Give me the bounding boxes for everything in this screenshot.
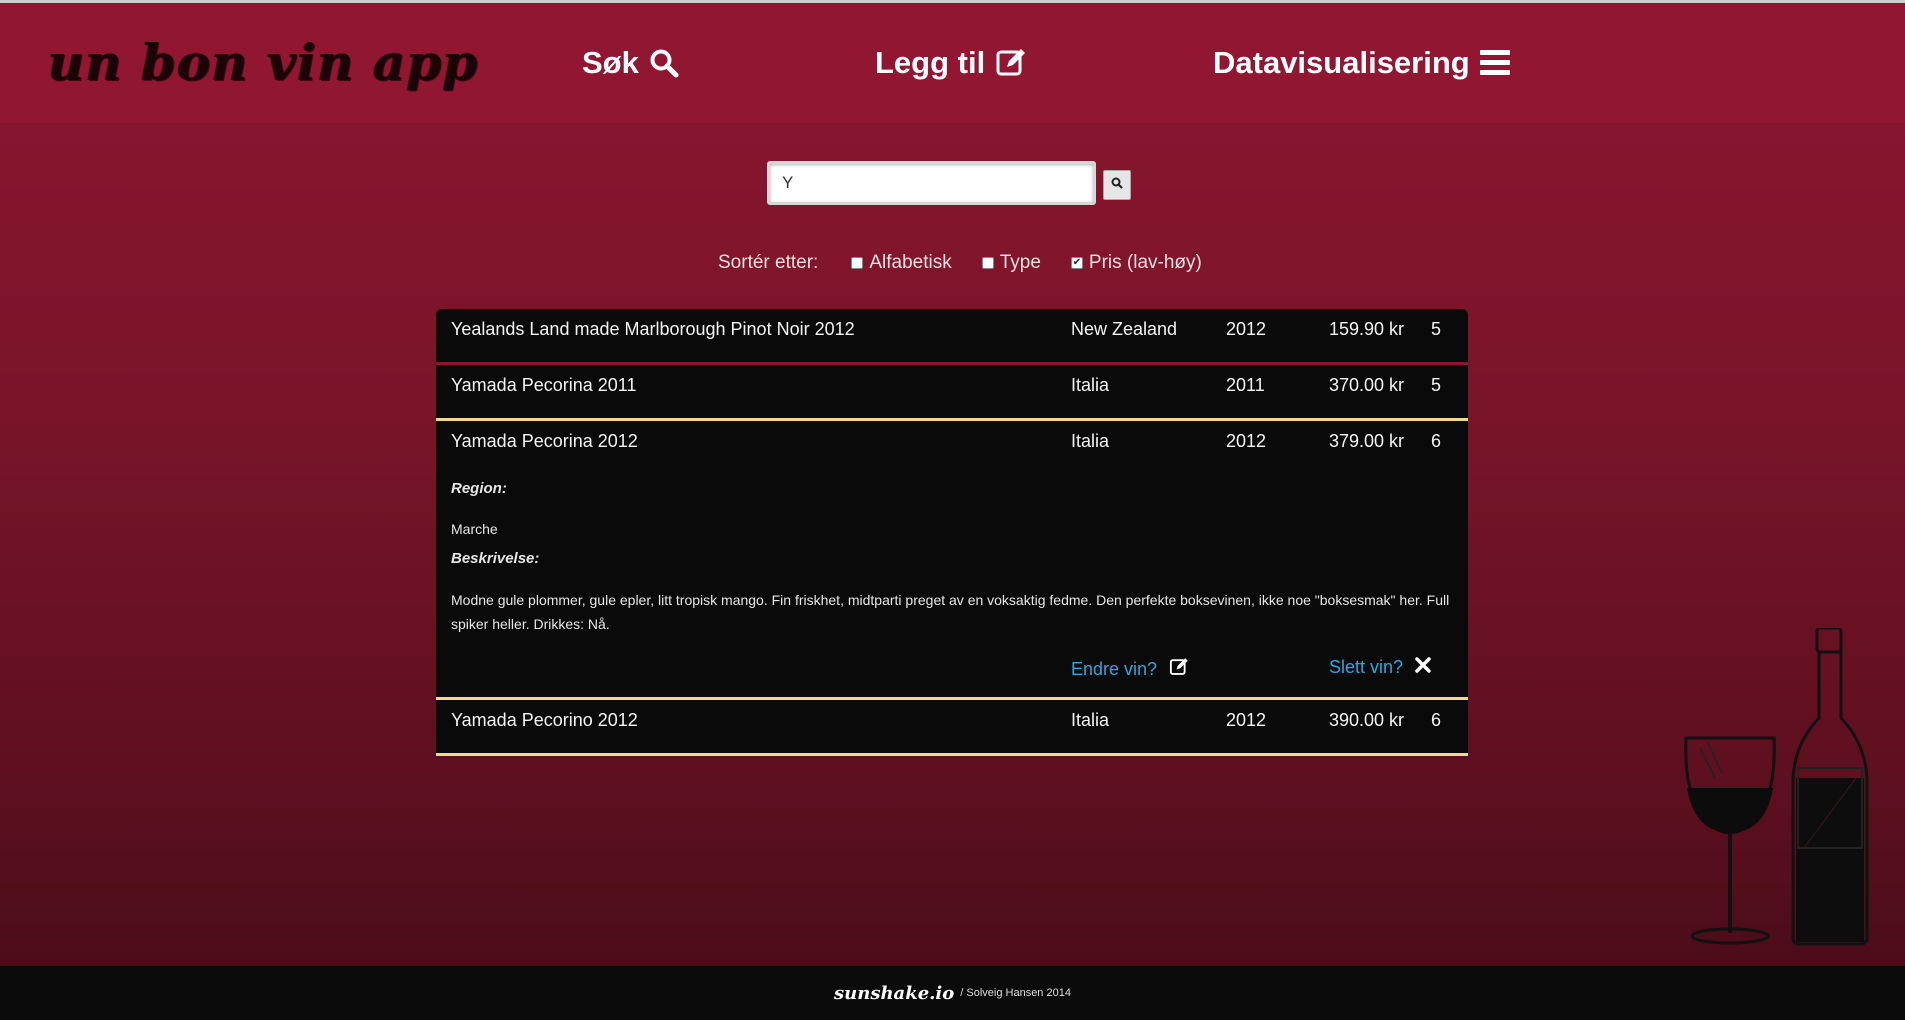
wine-year: 2012 <box>1226 710 1267 730</box>
edit-icon <box>995 47 1027 79</box>
wine-price: 159.90 kr <box>1329 319 1405 339</box>
wine-price: 390.00 kr <box>1329 710 1405 730</box>
wine-name: Yamada Pecorina 2011 <box>451 375 637 395</box>
nav-search-label: Søk <box>582 45 639 80</box>
sort-price[interactable]: ✔ Pris (lav-høy) <box>1070 252 1202 274</box>
wine-rating: 6 <box>1431 431 1442 451</box>
search-bar <box>767 161 1131 205</box>
wine-country: Italia <box>1071 375 1110 395</box>
wine-name: Yamada Pecorina 2012 <box>451 431 638 451</box>
footer-brand[interactable]: sunshake.io <box>834 983 954 1004</box>
search-input[interactable] <box>767 161 1096 205</box>
search-icon <box>649 48 679 78</box>
wine-year: 2012 <box>1226 431 1267 451</box>
delete-wine-button[interactable]: Slett vin? <box>1329 657 1431 678</box>
wine-bottle-icon <box>1791 626 1869 946</box>
site-footer: sunshake.io / Solveig Hansen 2014 <box>0 966 1905 1020</box>
checkbox-price[interactable]: ✔ <box>1070 257 1083 269</box>
wine-list: Yealands Land made Marlborough Pinot Noi… <box>436 309 1468 756</box>
wine-name: Yealands Land made Marlborough Pinot Noi… <box>451 319 855 339</box>
wine-illustration <box>1680 626 1880 953</box>
wine-name: Yamada Pecorino 2012 <box>451 710 638 730</box>
wine-price: 370.00 kr <box>1329 375 1405 395</box>
wine-rating: 6 <box>1431 710 1442 730</box>
checkbox-type[interactable] <box>981 257 994 269</box>
sort-alphabetical[interactable]: Alfabetisk <box>851 252 952 274</box>
wine-detail: Region: Marche Beskrivelse: Modne gule p… <box>436 474 1468 697</box>
edit-wine-button[interactable]: Endre vin? <box>1071 657 1189 682</box>
sort-price-label: Pris (lav-høy) <box>1088 252 1202 273</box>
wine-rating: 5 <box>1431 319 1442 339</box>
wine-glass-icon <box>1684 736 1776 945</box>
checkbox-alphabetical[interactable] <box>851 257 864 269</box>
sort-alphabetical-label: Alfabetisk <box>869 252 952 273</box>
sort-options: Sortér etter: Alfabetisk Type ✔ Pris (la… <box>718 252 1232 274</box>
table-row-expanded[interactable]: Yamada Pecorina 2012 Italia 2012 379.00 … <box>436 421 1468 474</box>
nav-add[interactable]: Legg til <box>875 45 1027 81</box>
menu-icon <box>1479 50 1510 76</box>
wine-rating: 5 <box>1431 375 1442 395</box>
nav-search[interactable]: Søk <box>582 45 679 81</box>
nav-datavis[interactable]: Datavisualisering <box>1213 45 1510 81</box>
wine-price: 379.00 kr <box>1329 431 1405 451</box>
description-label: Beskrivelse: <box>451 550 540 567</box>
nav-add-label: Legg til <box>875 45 986 80</box>
table-row[interactable]: Yamada Pecorino 2012 Italia 2012 390.00 … <box>436 700 1468 753</box>
delete-wine-label: Slett vin? <box>1329 657 1404 677</box>
edit-icon <box>1169 657 1189 682</box>
edit-wine-label: Endre vin? <box>1071 659 1158 679</box>
row-divider <box>436 753 1468 756</box>
wine-year: 2011 <box>1226 375 1265 395</box>
site-header: un bon vin app Søk Legg til Datavisualis… <box>0 3 1905 123</box>
wine-country: Italia <box>1071 710 1110 730</box>
description-text: Modne gule plommer, gule epler, litt tro… <box>451 592 1450 632</box>
wine-country: New Zealand <box>1071 319 1178 339</box>
table-row[interactable]: Yealands Land made Marlborough Pinot Noi… <box>436 309 1468 362</box>
search-icon <box>1111 176 1123 194</box>
nav-datavis-label: Datavisualisering <box>1213 45 1470 80</box>
footer-credit: / Solveig Hansen 2014 <box>960 987 1071 999</box>
close-icon <box>1415 657 1431 678</box>
table-row[interactable]: Yamada Pecorina 2011 Italia 2011 370.00 … <box>436 365 1468 418</box>
wine-country: Italia <box>1071 431 1110 451</box>
region-label: Region: <box>451 480 507 497</box>
sort-type[interactable]: Type <box>981 252 1041 274</box>
sort-type-label: Type <box>999 252 1041 273</box>
region-value: Marche <box>451 521 498 537</box>
search-button[interactable] <box>1103 170 1131 200</box>
app-logo[interactable]: un bon vin app <box>48 33 478 92</box>
wine-year: 2012 <box>1226 319 1267 339</box>
sort-label: Sortér etter: <box>718 252 819 273</box>
